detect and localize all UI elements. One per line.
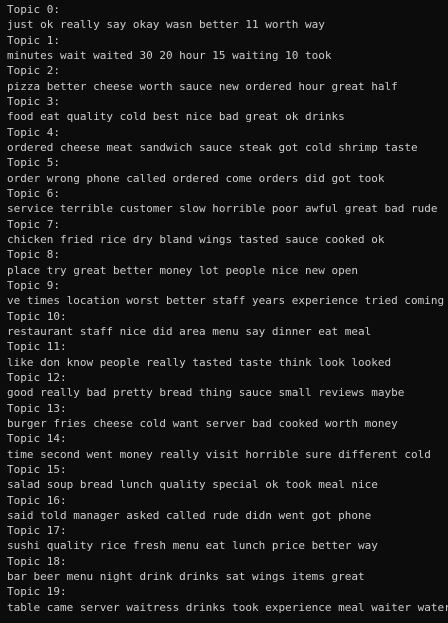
topic-words: sushi quality rice fresh menu eat lunch …: [7, 539, 378, 553]
topic-header: Topic 17:: [7, 524, 67, 538]
topic-words: ve times location worst better staff yea…: [7, 294, 445, 308]
topic-words: service terrible customer slow horrible …: [7, 202, 438, 216]
topic-words: salad soup bread lunch quality special o…: [7, 478, 378, 492]
topic-header: Topic 1:: [7, 33, 60, 47]
topic-words: food eat quality cold best nice bad grea…: [7, 110, 345, 124]
topic-header: Topic 0:: [7, 3, 60, 16]
topic-header: Topic 18:: [7, 554, 67, 568]
topic-words: bar beer menu night drink drinks sat win…: [7, 570, 365, 584]
topic-words: place try great better money lot people …: [7, 263, 358, 277]
topic-words: restaurant staff nice did area menu say …: [7, 324, 372, 338]
topic-words: time second went money really visit horr…: [7, 447, 431, 461]
topic-header: Topic 15:: [7, 462, 67, 476]
topic-header: Topic 7:: [7, 217, 60, 231]
topic-words: said told manager asked called rude didn…: [7, 508, 372, 522]
topic-words: burger fries cheese cold want server bad…: [7, 416, 398, 430]
topic-header: Topic 9:: [7, 278, 60, 292]
topic-header: Topic 4:: [7, 125, 60, 139]
topic-header: Topic 5:: [7, 156, 60, 170]
topic-words: order wrong phone called ordered come or…: [7, 171, 385, 185]
topic-words: like don know people really tasted taste…: [7, 355, 392, 369]
topic-header: Topic 8:: [7, 248, 60, 262]
topic-words: chicken fried rice dry bland wings taste…: [7, 232, 385, 246]
terminal-output[interactable]: Topic 0: just ok really say okay wasn bet…: [0, 0, 448, 623]
topic-header: Topic 3:: [7, 94, 60, 108]
topic-header: Topic 12:: [7, 370, 67, 384]
topic-words: table came server waitress drinks took e…: [7, 600, 448, 614]
topic-words: ordered cheese meat sandwich sauce steak…: [7, 140, 418, 154]
topic-header: Topic 14:: [7, 432, 67, 446]
topic-header: Topic 2:: [7, 64, 60, 78]
topic-header: Topic 19:: [7, 585, 67, 599]
topic-header: Topic 11:: [7, 340, 67, 354]
topic-words: just ok really say okay wasn better 11 w…: [7, 18, 325, 32]
topic-words: minutes wait waited 30 20 hour 15 waitin…: [7, 48, 332, 62]
topic-words: pizza better cheese worth sauce new orde…: [7, 79, 398, 93]
topic-header: Topic 16:: [7, 493, 67, 507]
topic-header: Topic 6:: [7, 186, 60, 200]
topic-words: good really bad pretty bread thing sauce…: [7, 386, 405, 400]
topic-header: Topic 10:: [7, 309, 67, 323]
topic-header: Topic 13:: [7, 401, 67, 415]
